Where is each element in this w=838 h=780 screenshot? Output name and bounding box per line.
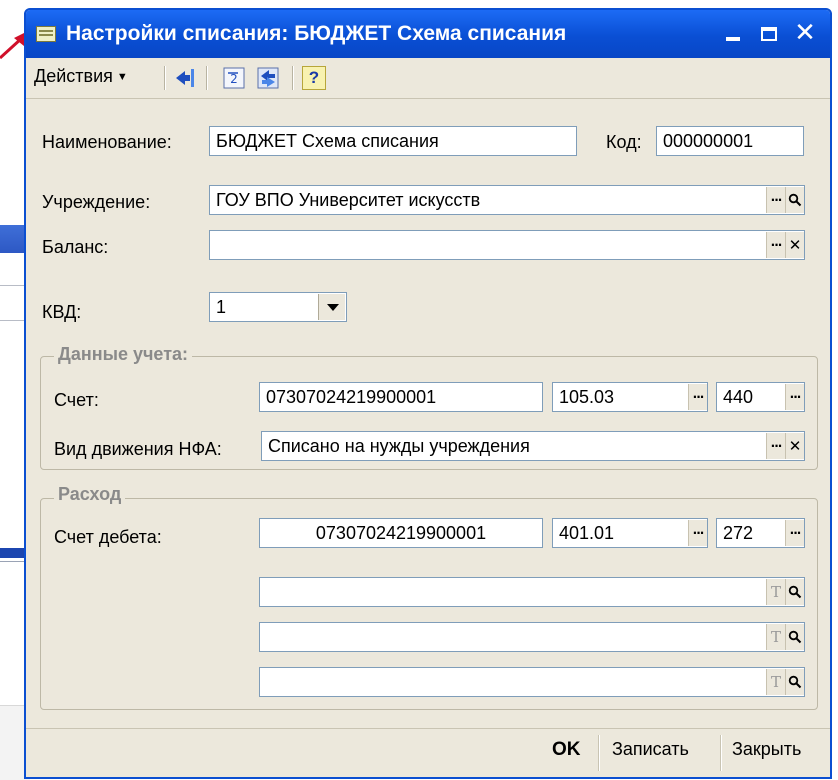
- maximize-button[interactable]: [754, 18, 784, 48]
- toolbar-separator: [292, 66, 294, 90]
- institution-open-button[interactable]: [785, 187, 804, 213]
- subconto-open-button-1[interactable]: [785, 579, 804, 605]
- account-sub-value: 440: [723, 387, 754, 407]
- save-button[interactable]: Записать: [612, 739, 689, 760]
- subconto-field-1[interactable]: T: [259, 577, 805, 607]
- account-number-value: 105.03: [559, 387, 615, 407]
- movement-value: Списано на нужды учреждения: [268, 436, 530, 456]
- subconto-field-3[interactable]: T: [259, 667, 805, 697]
- balance-select-button[interactable]: ...: [766, 232, 785, 258]
- type-icon[interactable]: T: [766, 624, 785, 650]
- kvd-select[interactable]: 1: [209, 292, 347, 322]
- institution-select-button[interactable]: ...: [766, 187, 785, 213]
- kvd-value: 1: [216, 297, 227, 317]
- magnifier-icon: [788, 630, 802, 644]
- help-icon[interactable]: ?: [302, 66, 326, 90]
- maximize-icon: [761, 27, 777, 41]
- button-separator: [720, 735, 722, 771]
- magnifier-icon: [788, 193, 802, 207]
- name-label: Наименование:: [42, 132, 172, 152]
- minimize-icon: [726, 37, 740, 41]
- balance-field[interactable]: ... ✕: [209, 230, 805, 260]
- subconto-open-button-3[interactable]: [785, 669, 804, 695]
- magnifier-icon: [788, 585, 802, 599]
- minimize-button[interactable]: [718, 18, 748, 48]
- title-bar: Настройки списания: БЮДЖЕТ Схема списани…: [26, 10, 830, 58]
- window-icon: [36, 26, 56, 42]
- account-sub-select-button[interactable]: ...: [785, 384, 804, 410]
- account-number-select-button[interactable]: ...: [688, 384, 707, 410]
- button-separator: [598, 735, 600, 771]
- debit-sub-select-button[interactable]: ...: [785, 520, 804, 546]
- subconto-field-2[interactable]: T: [259, 622, 805, 652]
- close-icon: ✕: [794, 18, 816, 48]
- dialog-button-bar: OK Записать Закрыть: [26, 728, 830, 777]
- expense-group-title: Расход: [54, 484, 126, 505]
- debit-account-label: Счет дебета:: [54, 527, 162, 547]
- subconto-open-button-2[interactable]: [785, 624, 804, 650]
- name-field[interactable]: БЮДЖЕТ Схема списания: [209, 126, 577, 156]
- account-code-field[interactable]: 07307024219900001: [259, 382, 543, 412]
- balance-clear-button[interactable]: ✕: [785, 232, 804, 258]
- close-window-button[interactable]: ✕: [790, 18, 820, 48]
- toolbar: Действия ▼ 2 ?: [26, 58, 830, 99]
- magnifier-icon: [788, 675, 802, 689]
- back-arrow-icon[interactable]: [174, 66, 198, 90]
- movement-clear-button[interactable]: ✕: [785, 433, 804, 459]
- settings-dialog: Настройки списания: БЮДЖЕТ Схема списани…: [24, 8, 832, 779]
- kvd-dropdown-button[interactable]: [318, 294, 345, 320]
- refresh-icon[interactable]: [256, 66, 280, 90]
- ok-button[interactable]: OK: [552, 739, 581, 761]
- window-title: Настройки списания: БЮДЖЕТ Схема списани…: [66, 22, 567, 45]
- kvd-label: КВД:: [42, 302, 82, 322]
- exchange-icon[interactable]: 2: [222, 66, 246, 90]
- account-label: Счет:: [54, 390, 99, 410]
- actions-label: Действия: [34, 66, 113, 86]
- debit-code-field[interactable]: 07307024219900001: [259, 518, 543, 548]
- close-button[interactable]: Закрыть: [732, 739, 801, 760]
- code-label: Код:: [606, 132, 642, 152]
- debit-account-select-button[interactable]: ...: [688, 520, 707, 546]
- type-icon[interactable]: T: [766, 579, 785, 605]
- movement-field[interactable]: Списано на нужды учреждения ... ✕: [261, 431, 805, 461]
- account-sub-field[interactable]: 440 ...: [716, 382, 805, 412]
- svg-text:2: 2: [230, 72, 238, 86]
- movement-select-button[interactable]: ...: [766, 433, 785, 459]
- window-controls: ✕: [718, 18, 820, 48]
- chevron-down-icon: ▼: [116, 71, 128, 83]
- institution-value: ГОУ ВПО Университет искусств: [216, 190, 481, 210]
- institution-label: Учреждение:: [42, 192, 151, 212]
- debit-sub-value: 272: [723, 523, 754, 543]
- movement-label: Вид движения НФА:: [54, 439, 222, 459]
- institution-field[interactable]: ГОУ ВПО Университет искусств ...: [209, 185, 805, 215]
- debit-account-value: 401.01: [559, 523, 615, 543]
- type-icon[interactable]: T: [766, 669, 785, 695]
- debit-account-field[interactable]: 401.01 ...: [552, 518, 708, 548]
- actions-menu-button[interactable]: Действия ▼: [34, 66, 128, 87]
- balance-label: Баланс:: [42, 237, 109, 257]
- debit-sub-field[interactable]: 272 ...: [716, 518, 805, 548]
- accounting-group-title: Данные учета:: [54, 344, 193, 365]
- code-field[interactable]: 000000001: [656, 126, 804, 156]
- account-number-field[interactable]: 105.03 ...: [552, 382, 708, 412]
- toolbar-separator: [164, 66, 166, 90]
- toolbar-separator: [206, 66, 208, 90]
